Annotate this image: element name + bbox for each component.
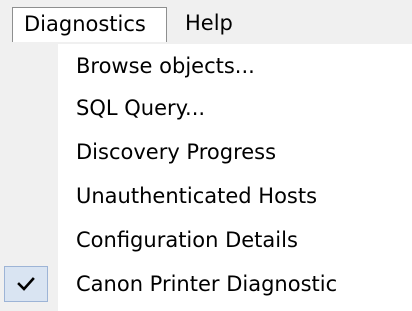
menu-bar: Diagnostics Help: [0, 0, 412, 45]
menu-item-unauthenticated-hosts[interactable]: Unauthenticated Hosts: [0, 174, 412, 218]
checkmark-icon: [4, 266, 48, 302]
menu-item-canon-printer-diagnostic[interactable]: Canon Printer Diagnostic: [0, 262, 412, 306]
menu-diagnostics[interactable]: Diagnostics: [12, 7, 167, 42]
menu-item-label: Configuration Details: [76, 228, 298, 252]
menu-item-label: Unauthenticated Hosts: [76, 184, 318, 208]
menu-help[interactable]: Help: [177, 7, 247, 42]
menu-item-configuration-details[interactable]: Configuration Details: [0, 218, 412, 262]
menu-item-sql-query[interactable]: SQL Query...: [0, 86, 412, 130]
menu-item-discovery-progress[interactable]: Discovery Progress: [0, 130, 412, 174]
menu-item-label: SQL Query...: [76, 96, 206, 120]
menu-item-label: Canon Printer Diagnostic: [76, 272, 338, 296]
menu-item-label: Browse objects...: [76, 54, 255, 78]
menu-item-label: Discovery Progress: [76, 140, 277, 164]
menu-item-browse-objects[interactable]: Browse objects...: [0, 44, 412, 88]
diagnostics-dropdown-menu: Browse objects... SQL Query... Discovery…: [0, 44, 412, 311]
